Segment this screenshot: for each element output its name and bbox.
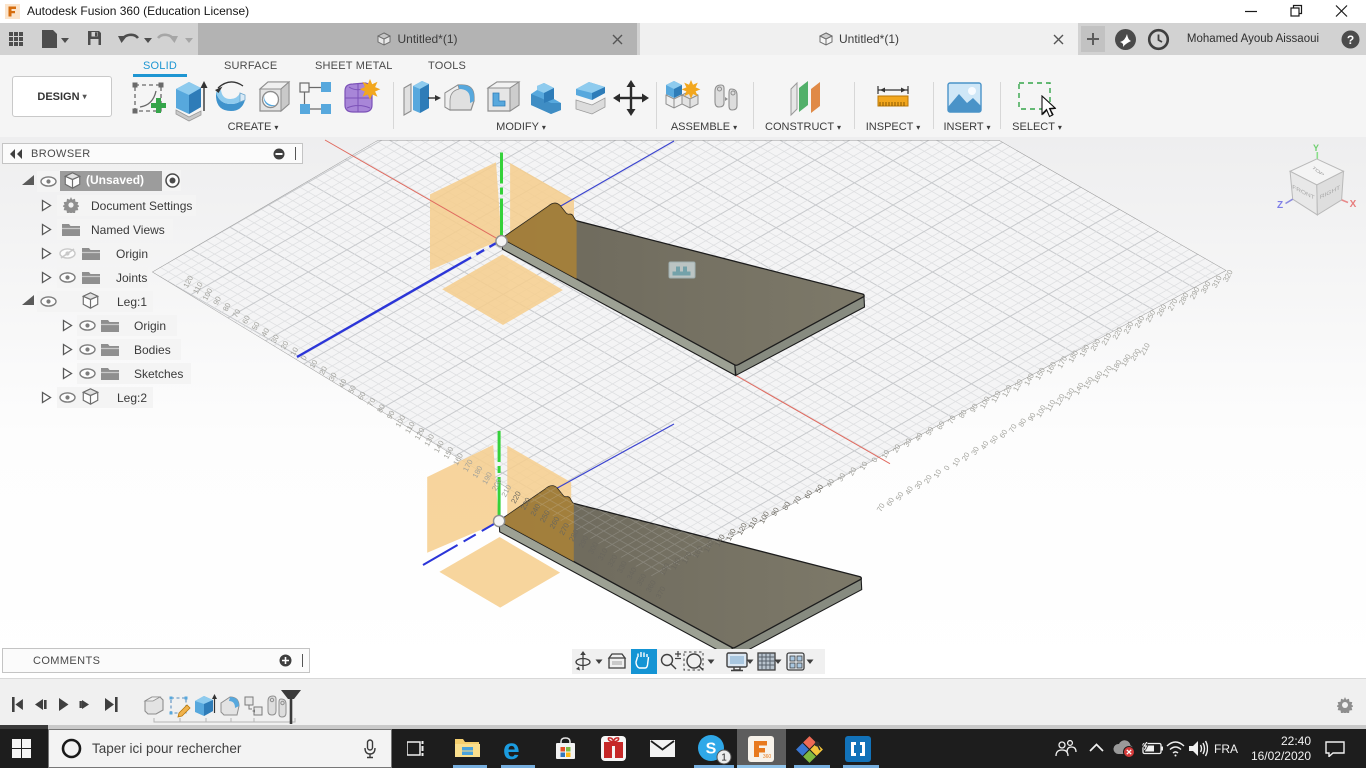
svg-text:0: 0 — [942, 464, 952, 472]
svg-text:Y: Y — [1313, 143, 1319, 153]
svg-text:X: X — [1350, 199, 1357, 210]
svg-text:S: S — [706, 741, 717, 758]
svg-text:360: 360 — [763, 754, 772, 760]
svg-text:?: ? — [1347, 33, 1354, 47]
svg-text:1: 1 — [721, 753, 727, 764]
svg-text:Z: Z — [1277, 200, 1283, 211]
svg-text:210: 210 — [1138, 341, 1152, 356]
